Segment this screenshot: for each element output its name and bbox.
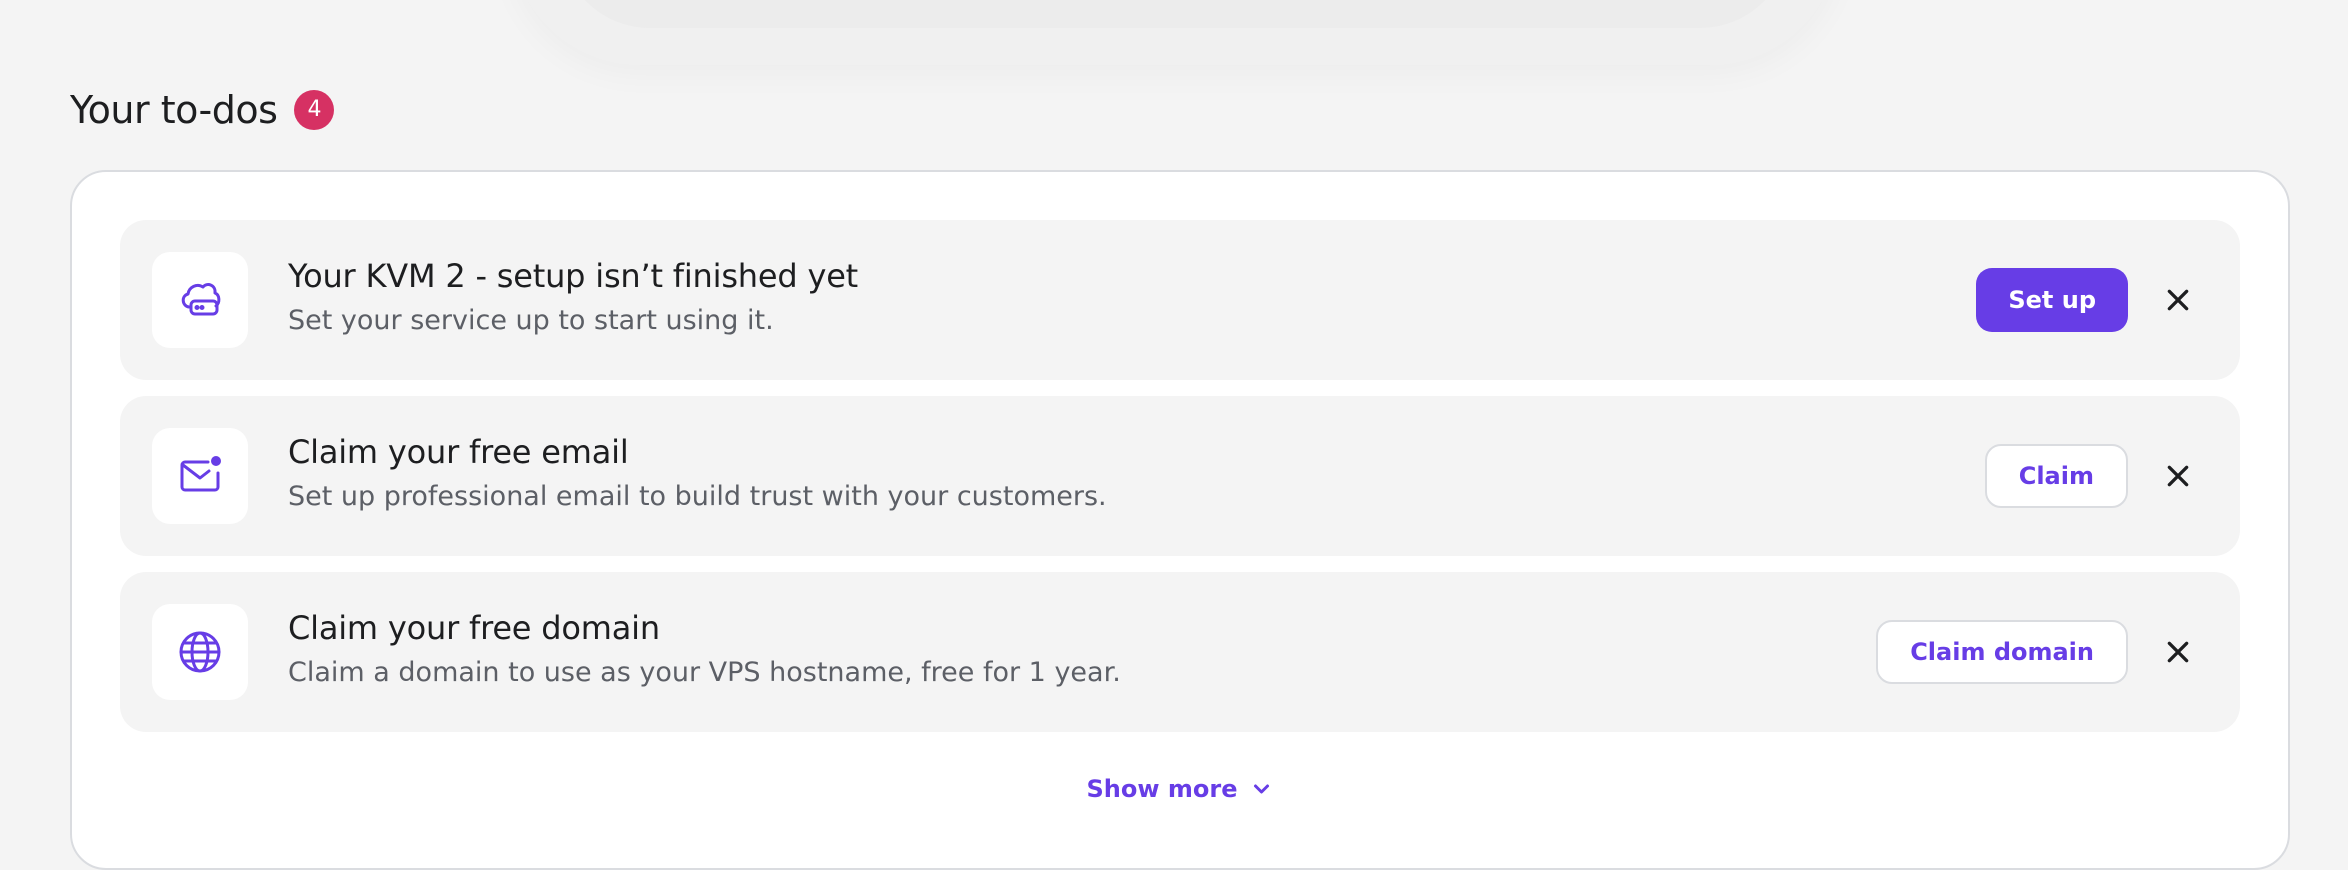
set-up-button[interactable]: Set up [1976, 268, 2128, 332]
dismiss-button[interactable] [2156, 630, 2200, 674]
dismiss-button[interactable] [2156, 454, 2200, 498]
top-card-shadow [510, 0, 1840, 65]
cloud-server-icon [181, 283, 221, 316]
todo-icon-box [152, 428, 248, 524]
todo-title: Claim your free email [288, 433, 629, 471]
todos-card: Your KVM 2 - setup isn’t finished yet Se… [70, 170, 2290, 870]
dismiss-button[interactable] [2156, 278, 2200, 322]
todo-description: Set your service up to start using it. [288, 305, 774, 336]
todo-item-free-domain: Claim your free domain Claim a domain to… [120, 572, 2240, 732]
todo-description: Claim a domain to use as your VPS hostna… [288, 657, 1121, 688]
todo-icon-box [152, 604, 248, 700]
section-title: Your to-dos [70, 88, 278, 132]
todo-title: Claim your free domain [288, 609, 660, 647]
globe-icon [179, 631, 221, 673]
show-more-label: Show more [1086, 775, 1238, 803]
close-icon [2167, 641, 2189, 663]
todo-icon-box [152, 252, 248, 348]
close-icon [2167, 465, 2189, 487]
todo-count-badge: 4 [294, 90, 335, 130]
claim-button[interactable]: Claim [1984, 444, 2128, 508]
todos-header: Your to-dos 4 [70, 82, 335, 138]
close-icon [2167, 289, 2189, 311]
todo-item-kvm-setup: Your KVM 2 - setup isn’t finished yet Se… [120, 220, 2240, 380]
chevron-down-icon [1254, 784, 1269, 794]
show-more-button[interactable]: Show more [1087, 775, 1274, 803]
todo-item-free-email: Claim your free email Set up professiona… [120, 396, 2240, 556]
claim-domain-button[interactable]: Claim domain [1876, 620, 2128, 684]
todo-title: Your KVM 2 - setup isn’t finished yet [288, 257, 859, 295]
todo-description: Set up professional email to build trust… [288, 481, 1107, 512]
mail-icon [180, 456, 221, 492]
